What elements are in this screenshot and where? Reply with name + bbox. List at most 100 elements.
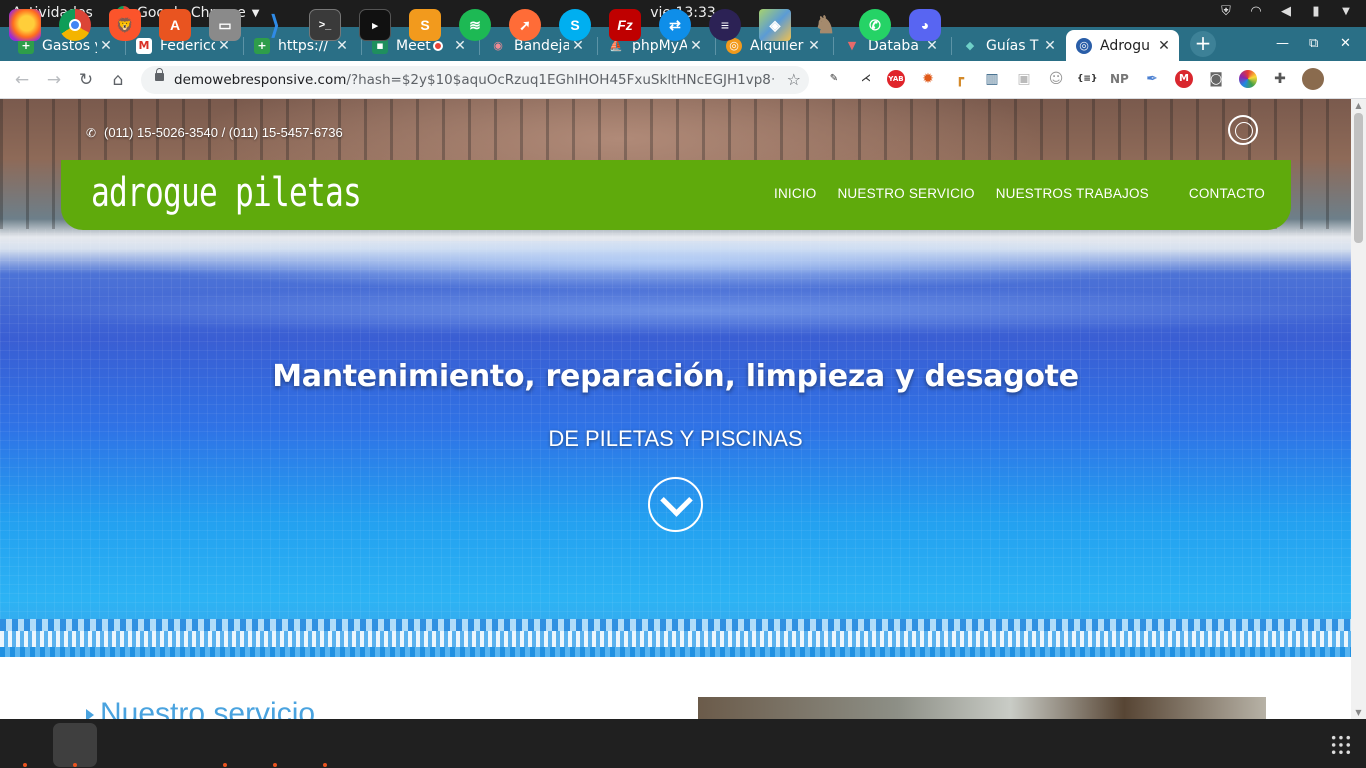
section-title: Nuestro servicio xyxy=(86,697,315,719)
home-icon[interactable]: ⌂ xyxy=(107,69,129,91)
volume-icon[interactable]: ◀ xyxy=(1278,4,1294,20)
whatsapp-icon[interactable]: ✆ xyxy=(859,9,891,41)
reload-icon[interactable]: ↻ xyxy=(75,69,97,91)
spotify-icon[interactable]: ≋ xyxy=(459,9,491,41)
site-navbar: adrogue piletas INICIO NUESTRO SERVICIO … xyxy=(61,160,1291,230)
phone-text: (011) 15-5026-3540 / (011) 15-5457-6736 xyxy=(104,125,343,140)
teamviewer-icon[interactable]: ⇄ xyxy=(659,9,691,41)
fire-icon[interactable]: ✹ xyxy=(919,70,937,88)
hammer-icon[interactable]: ┏ xyxy=(951,70,969,88)
battery-icon[interactable]: ▮ xyxy=(1308,4,1324,20)
scrollbar-thumb[interactable] xyxy=(1354,113,1363,243)
url-text[interactable]: demowebresponsive.com/?hash=$2y$10$aquOc… xyxy=(174,72,774,88)
whatsapp-icon[interactable] xyxy=(1228,115,1258,145)
close-window-icon[interactable]: ✕ xyxy=(1340,36,1351,51)
share-icon[interactable]: ⋌ xyxy=(857,70,875,88)
files-icon[interactable]: ▭ xyxy=(209,9,241,41)
scroll-up-icon[interactable]: ▲ xyxy=(1354,101,1363,110)
puzzle-grey-icon[interactable]: ▣ xyxy=(1015,70,1033,88)
new-tab-button[interactable]: + xyxy=(1190,31,1216,57)
tab-title: Guías T xyxy=(986,37,1039,54)
tab[interactable]: ◆ Guías T ✕ xyxy=(952,30,1065,61)
pool-steps xyxy=(0,241,1351,351)
menu-item-contacto[interactable]: CONTACTO xyxy=(1189,186,1265,201)
recording-icon xyxy=(433,40,443,51)
gmail-icon: M xyxy=(136,37,152,54)
browser-toolbar: ← → ↻ ⌂ demowebresponsive.com/?hash=$2y$… xyxy=(0,61,1366,99)
show-apps-icon[interactable] xyxy=(1330,734,1352,756)
chevron-down-icon[interactable]: ▼ xyxy=(1338,4,1354,20)
guides-icon: ◆ xyxy=(965,38,975,52)
running-indicator xyxy=(73,763,77,767)
close-icon[interactable]: ✕ xyxy=(451,38,469,54)
package-icon[interactable]: ◈ xyxy=(759,9,791,41)
menu-item-inicio[interactable]: INICIO xyxy=(774,186,816,201)
face-icon[interactable]: ☺ xyxy=(1047,70,1065,88)
running-indicator xyxy=(273,763,277,767)
skype-icon[interactable]: S xyxy=(559,9,591,41)
avatar[interactable] xyxy=(1302,68,1324,90)
asana-icon: ◉ xyxy=(493,38,503,52)
main-menu: INICIO NUESTRO SERVICIO NUESTROS TRABAJO… xyxy=(753,186,1265,201)
running-indicator xyxy=(323,763,327,767)
running-indicator xyxy=(223,763,227,767)
phone-icon: ✆ xyxy=(86,125,97,140)
sublime-icon[interactable]: S xyxy=(409,9,441,41)
color-ring-icon[interactable] xyxy=(1239,70,1257,88)
postman-icon[interactable]: ➚ xyxy=(509,9,541,41)
brave-icon[interactable]: 🦁 xyxy=(109,9,141,41)
filezilla-icon[interactable]: Fz xyxy=(609,9,641,41)
camera-icon[interactable]: ◙ xyxy=(1207,70,1225,88)
web-page: ✆ (011) 15-5026-3540 / (011) 15-5457-673… xyxy=(0,99,1351,719)
phone-numbers[interactable]: ✆ (011) 15-5026-3540 / (011) 15-5457-673… xyxy=(86,125,343,140)
terminal-icon[interactable]: >_ xyxy=(309,9,341,41)
bookmark-star-icon[interactable]: ☆ xyxy=(787,70,801,89)
site-logo[interactable]: adrogue piletas xyxy=(91,170,362,216)
close-icon[interactable]: ✕ xyxy=(97,38,115,54)
close-icon[interactable]: ✕ xyxy=(1155,38,1173,54)
eclipse-icon[interactable]: ≡ xyxy=(709,9,741,41)
gimp-icon[interactable]: ♞ xyxy=(809,9,841,41)
bullet-icon xyxy=(86,709,94,719)
mega-icon[interactable]: M xyxy=(1175,70,1193,88)
vscode-icon[interactable]: ⟩ xyxy=(259,9,291,41)
terminal-dark-icon[interactable]: ▸ xyxy=(359,9,391,41)
scroll-down-icon[interactable]: ▼ xyxy=(1354,708,1363,717)
system-tray[interactable]: ⛨ ◠ ◀ ▮ ▼ xyxy=(1218,4,1354,20)
forward-icon[interactable]: → xyxy=(43,69,65,91)
minimize-icon[interactable]: — xyxy=(1276,36,1289,51)
tab-active[interactable]: ◎ Adrogu ✕ xyxy=(1066,30,1179,61)
menu-item-nuestro-servicio[interactable]: NUESTRO SERVICIO xyxy=(837,186,974,201)
pool-tile-border xyxy=(0,619,1351,657)
back-icon[interactable]: ← xyxy=(11,69,33,91)
menu-item-nuestros-trabajos[interactable]: NUESTROS TRABAJOS xyxy=(996,186,1149,201)
address-bar[interactable]: demowebresponsive.com/?hash=$2y$10$aquOc… xyxy=(141,66,809,94)
hero-section: ✆ (011) 15-5026-3540 / (011) 15-5457-673… xyxy=(0,99,1351,657)
close-icon[interactable]: ✕ xyxy=(687,38,705,54)
scroll-down-chevron-icon[interactable] xyxy=(648,477,703,532)
feather-icon[interactable]: ✒ xyxy=(1143,70,1161,88)
firefox-icon[interactable] xyxy=(9,9,41,41)
close-icon[interactable]: ✕ xyxy=(1041,38,1059,54)
yab-icon[interactable]: YAB xyxy=(887,70,905,88)
page-scrollbar[interactable]: ▲ ▼ xyxy=(1351,99,1366,719)
bars-icon[interactable]: ▥ xyxy=(983,70,1001,88)
hero-subtitle: DE PILETAS Y PISCINAS xyxy=(548,426,803,451)
dock xyxy=(0,719,1366,768)
np-icon[interactable]: NP xyxy=(1110,70,1129,88)
running-indicator xyxy=(23,763,27,767)
software-center-icon[interactable]: A xyxy=(159,9,191,41)
pen-icon[interactable]: ✎ xyxy=(825,70,843,88)
shield-icon[interactable]: ⛨ xyxy=(1218,4,1234,20)
wifi-icon[interactable]: ◠ xyxy=(1248,4,1264,20)
braces-icon[interactable]: {≡} xyxy=(1077,70,1097,88)
chrome-icon[interactable] xyxy=(59,9,91,41)
site-globe-icon: ◎ xyxy=(1076,37,1092,54)
puzzle-icon[interactable]: ✚ xyxy=(1271,70,1289,88)
tab-title: Adrogu xyxy=(1100,37,1150,54)
maximize-icon[interactable]: ⧉ xyxy=(1309,36,1318,51)
hero-title: Mantenimiento, reparación, limpieza y de… xyxy=(272,359,1079,394)
database-icon: ▼ xyxy=(847,38,857,52)
lock-icon[interactable] xyxy=(155,68,164,81)
discord-icon[interactable]: ◕ xyxy=(909,9,941,41)
